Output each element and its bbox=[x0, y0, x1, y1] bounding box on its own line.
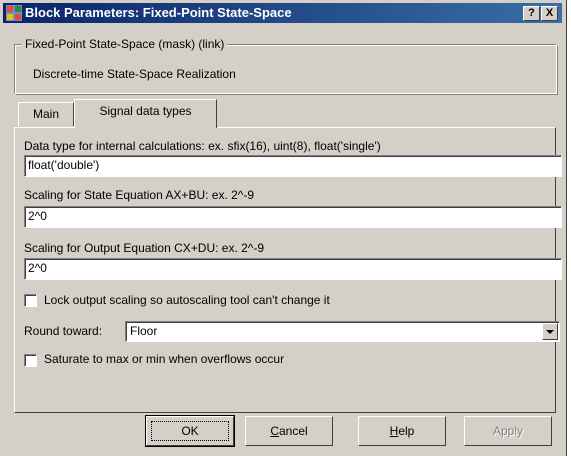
cancel-label-rest: ancel bbox=[278, 424, 308, 438]
help-button-label: Help bbox=[390, 424, 415, 438]
output-scaling-label: Scaling for Output Equation CX+DU: ex. 2… bbox=[24, 241, 265, 255]
tab-signal-data-types-label: Signal data types bbox=[99, 104, 192, 118]
window-title: Block Parameters: Fixed-Point State-Spac… bbox=[25, 5, 292, 20]
internal-type-input[interactable]: float('double') bbox=[24, 155, 562, 177]
help-button[interactable]: Help bbox=[358, 416, 446, 446]
round-toward-select[interactable]: Floor bbox=[125, 321, 560, 342]
lock-scaling-checkbox[interactable] bbox=[24, 294, 37, 307]
simulink-app-icon bbox=[6, 5, 22, 21]
mask-description: Discrete-time State-Space Realization bbox=[33, 67, 236, 81]
focus-rect bbox=[151, 421, 229, 441]
cancel-accel-key: C bbox=[270, 424, 279, 438]
saturate-label: Saturate to max or min when overflows oc… bbox=[44, 352, 285, 366]
dialog-window: Block Parameters: Fixed-Point State-Spac… bbox=[0, 0, 567, 456]
state-scaling-input[interactable]: 2^0 bbox=[24, 206, 562, 228]
apply-button-label: Apply bbox=[492, 424, 524, 438]
ok-button[interactable]: OK bbox=[145, 415, 235, 447]
cancel-button-label: Cancel bbox=[270, 424, 307, 438]
round-toward-label: Round toward: bbox=[24, 324, 103, 338]
tab-main-label: Main bbox=[32, 107, 59, 121]
help-title-button[interactable]: ? bbox=[523, 6, 540, 21]
state-scaling-label: Scaling for State Equation AX+BU: ex. 2^… bbox=[24, 188, 255, 202]
cancel-button[interactable]: Cancel bbox=[245, 416, 333, 446]
title-bar[interactable]: Block Parameters: Fixed-Point State-Spac… bbox=[3, 3, 562, 23]
apply-button: Apply bbox=[464, 416, 552, 446]
internal-type-label: Data type for internal calculations: ex.… bbox=[24, 139, 381, 153]
chevron-down-icon[interactable] bbox=[542, 323, 558, 340]
output-scaling-input[interactable]: 2^0 bbox=[24, 258, 562, 280]
tab-main[interactable]: Main bbox=[18, 102, 74, 126]
round-toward-value: Floor bbox=[130, 324, 158, 338]
tab-signal-data-types[interactable]: Signal data types bbox=[74, 99, 217, 128]
saturate-checkbox[interactable] bbox=[24, 354, 37, 367]
help-label-rest: elp bbox=[398, 424, 415, 438]
group-legend: Fixed-Point State-Space (mask) (link) bbox=[22, 37, 228, 51]
lock-scaling-label: Lock output scaling so autoscaling tool … bbox=[44, 293, 330, 307]
close-title-button[interactable]: X bbox=[541, 6, 558, 21]
